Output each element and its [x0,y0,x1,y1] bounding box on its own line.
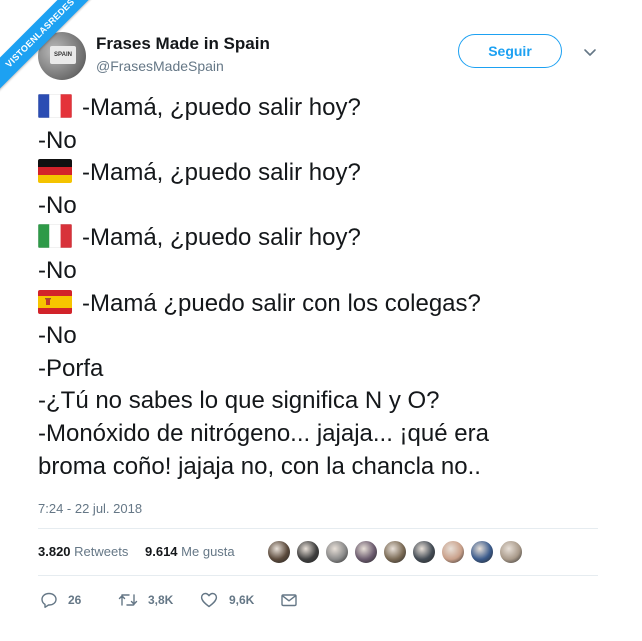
avatar-badge: SPAIN [50,46,76,64]
liker-avatar[interactable] [296,540,320,564]
tweet-line-text: -No [38,256,77,284]
likes-label: Me gusta [181,544,235,559]
tweet-line-text: -Porfa [38,354,104,382]
liker-avatar[interactable] [383,540,407,564]
liker-avatar[interactable] [325,540,349,564]
envelope-icon [281,594,297,607]
tweet-line-text: -No [38,191,77,219]
liker-avatar[interactable] [267,540,291,564]
tweet-header: SPAIN Frases Made in Spain @FrasesMadeSp… [38,28,608,80]
tweet-stats: 3.820 Retweets 9.614 Me gusta [38,540,598,566]
retweet-icon [118,594,138,606]
user-handle[interactable]: @FrasesMadeSpain [96,58,224,74]
liker-avatar[interactable] [499,540,523,564]
reply-button[interactable]: 26 [40,590,90,612]
tweet-line-text: -No [38,322,77,350]
tweet-line: -No [38,320,618,353]
tweet-actions: 26 3,8K 9,6K [38,590,598,612]
user-name[interactable]: Frases Made in Spain [96,34,270,54]
liker-avatar[interactable] [441,540,465,564]
follow-button[interactable]: Seguir [458,34,562,68]
reply-icon [41,592,57,608]
retweet-button[interactable]: 3,8K [118,590,178,612]
liker-avatar[interactable] [412,540,436,564]
likes-count: 9.614 [145,544,178,559]
tweet-line: -No [38,255,618,288]
liker-avatar[interactable] [354,540,378,564]
tweet-line-text: -No [38,126,77,154]
tweet-line-text: -¿Tú no sabes lo que significa N y O? [38,387,440,415]
tweet-line: -No [38,190,618,223]
tweet-line-text: -Mamá, ¿puedo salir hoy? [82,94,361,121]
divider [38,528,598,529]
tweet-line-text: broma coño! jajaja no, con la chancla no… [38,452,481,480]
like-button[interactable]: 9,6K [200,590,260,612]
direct-message-button[interactable] [280,590,300,612]
tweet-timestamp[interactable]: 7:24 - 22 jul. 2018 [38,501,142,516]
tweet-line: -No [38,125,618,158]
retweets-count: 3.820 [38,544,71,559]
tweet-line-text: -Monóxido de nitrógeno... jajaja... ¡qué… [38,419,489,447]
retweets-label: Retweets [74,544,129,559]
flag-france-icon [38,94,72,118]
tweet-line: broma coño! jajaja no, con la chancla no… [38,451,618,484]
tweet-line: -Mamá ¿puedo salir con los colegas? [38,288,618,321]
chevron-down-icon[interactable] [582,44,598,60]
tweet-line-text: -Mamá ¿puedo salir con los colegas? [82,289,481,317]
retweets-stat[interactable]: 3.820 Retweets [38,544,128,559]
tweet-line: -Monóxido de nitrógeno... jajaja... ¡qué… [38,418,618,451]
like-count: 9,6K [229,593,255,607]
flag-spain-icon [38,289,72,314]
tweet-line: -Mamá, ¿puedo salir hoy? [38,222,618,255]
flag-italy-icon [38,224,72,249]
tweet-line: -Porfa [38,353,618,386]
tweet-line-text: -Mamá, ¿puedo salir hoy? [82,224,361,252]
liker-avatar[interactable] [470,540,494,564]
reply-count: 26 [68,593,82,607]
retweet-count: 3,8K [148,593,174,607]
likes-stat[interactable]: 9.614 Me gusta [145,544,235,559]
tweet-line-text: -Mamá, ¿puedo salir hoy? [82,159,361,187]
tweet-text: -Mamá, ¿puedo salir hoy? -No -Mamá, ¿puedo… [38,92,618,483]
tweet-line: -¿Tú no sabes lo que significa N y O? [38,385,618,418]
flag-germany-icon [38,159,72,184]
divider [38,575,598,576]
tweet-line: -Mamá, ¿puedo salir hoy? [38,92,618,125]
heart-icon [200,592,218,608]
tweet-line: -Mamá, ¿puedo salir hoy? [38,157,618,190]
